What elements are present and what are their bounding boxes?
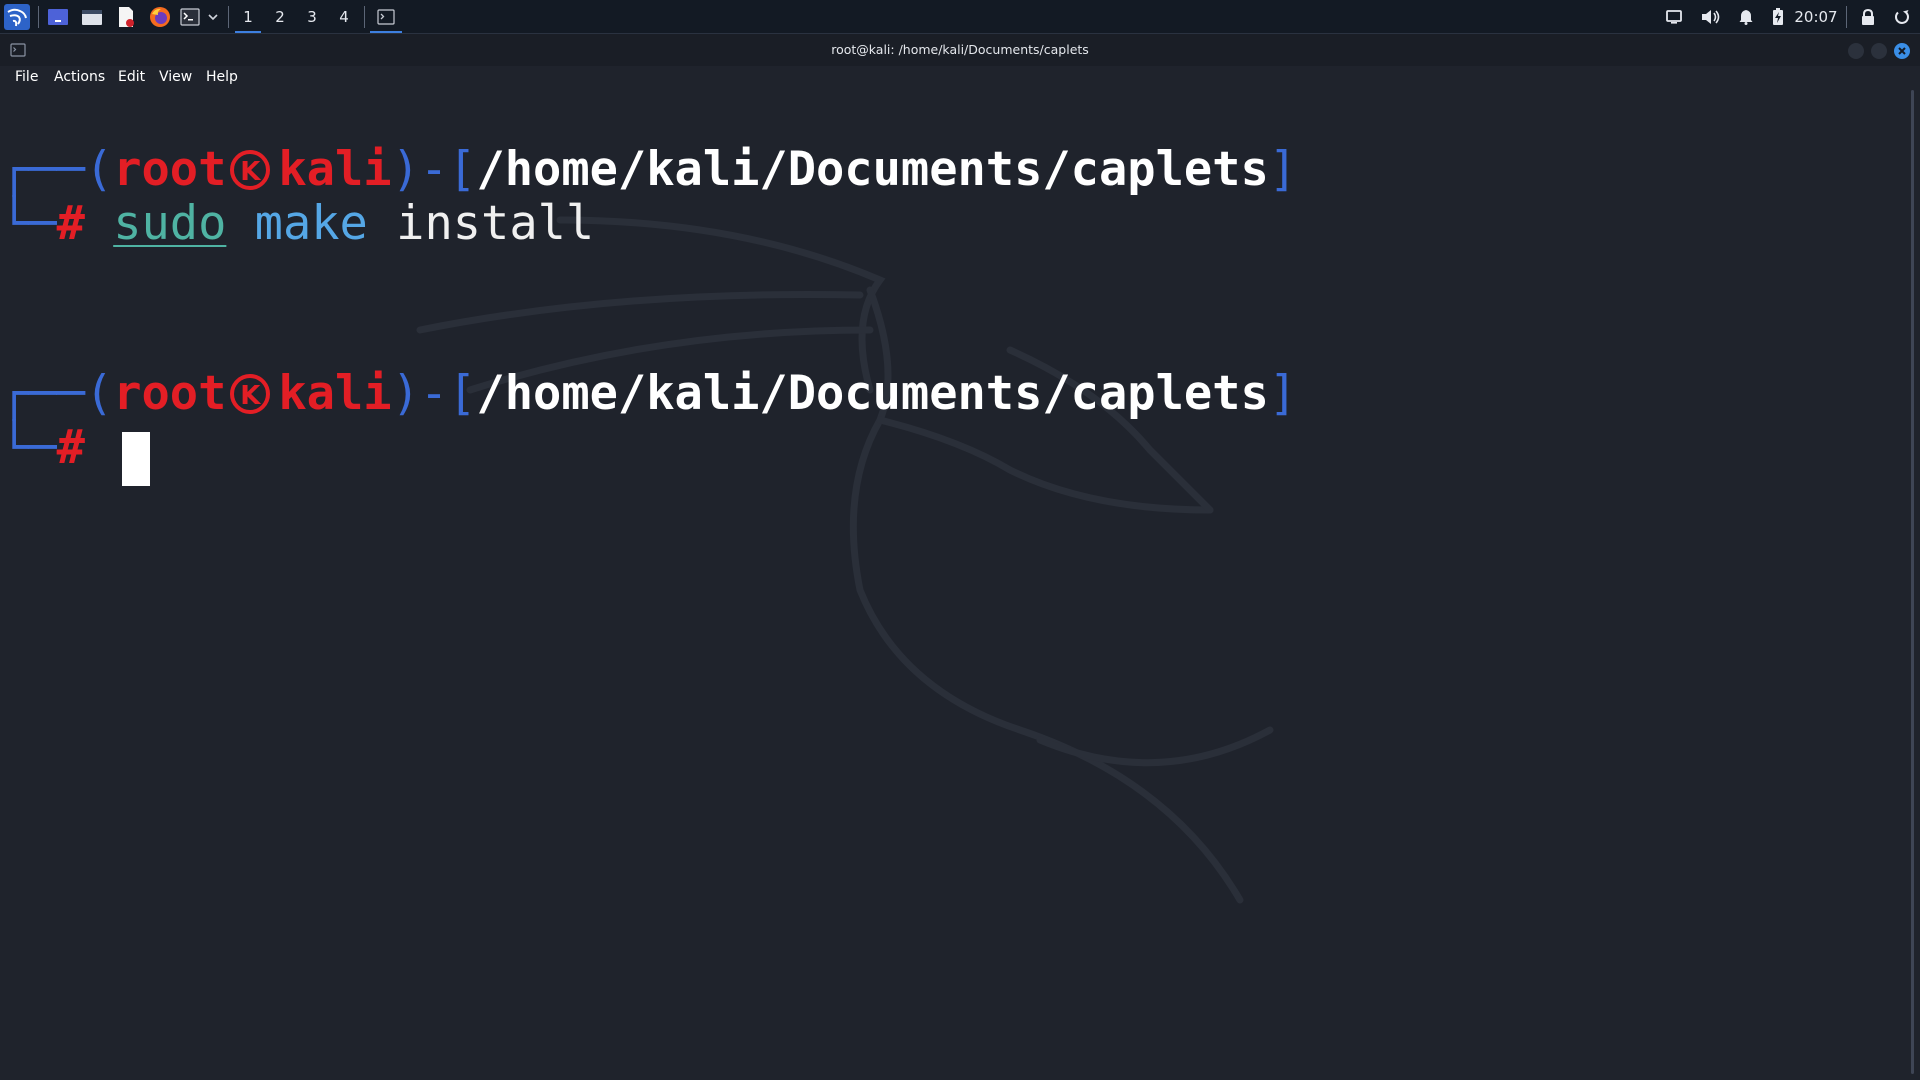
menu-edit[interactable]: Edit	[118, 69, 145, 85]
menu-help[interactable]: Help	[206, 69, 238, 85]
show-desktop-icon	[48, 9, 68, 25]
battery-charging-icon	[1773, 8, 1783, 25]
prompt-separator: )-[	[391, 366, 477, 421]
taskbar-terminal-window[interactable]	[369, 0, 403, 34]
prompt-cwd: /home/kali/Documents/caplets	[476, 366, 1269, 421]
window-title: root@kali: /home/kali/Documents/caplets	[831, 42, 1089, 57]
prompt-corner: └─	[0, 420, 57, 475]
scrollbar-thumb[interactable]	[1911, 90, 1914, 1074]
monitor-icon	[1666, 10, 1682, 24]
workspace-label: 2	[275, 8, 285, 26]
lock-screen-button[interactable]	[1856, 0, 1880, 34]
prompt-user: root	[113, 142, 227, 197]
maximize-button[interactable]	[1871, 43, 1887, 59]
bell-icon	[1739, 10, 1753, 25]
logout-button[interactable]	[1890, 0, 1914, 34]
command-line: └─#	[0, 421, 85, 475]
menu-file[interactable]: File	[15, 69, 38, 85]
text-editor-icon	[119, 7, 134, 27]
minimize-button[interactable]	[1848, 43, 1864, 59]
workspace-label: 1	[243, 8, 253, 26]
menu-bar: File Actions Edit View Help	[0, 66, 1920, 90]
battery-tray-button[interactable]	[1768, 0, 1788, 34]
prompt-box-open: ┌──(	[0, 142, 114, 197]
notifications-tray-button[interactable]	[1734, 0, 1758, 34]
display-tray-button[interactable]	[1662, 0, 1686, 34]
file-manager-button[interactable]	[78, 0, 106, 34]
command-make: make	[254, 196, 368, 251]
firefox-icon	[150, 7, 170, 27]
volume-icon	[1702, 10, 1720, 24]
terminal-launcher-button[interactable]	[178, 0, 202, 34]
show-desktop-button[interactable]	[44, 0, 72, 34]
prompt-host: kali	[278, 142, 392, 197]
workspace-3[interactable]: 3	[297, 0, 327, 34]
lock-icon	[1862, 9, 1874, 25]
prompt-line: ┌──(root kali)-[/home/kali/Documents/capl…	[0, 366, 1298, 423]
menu-view[interactable]: View	[159, 69, 192, 85]
prompt-box-close: ]	[1268, 366, 1298, 421]
prompt-user: root	[113, 366, 227, 421]
kali-menu-button[interactable]	[2, 0, 32, 34]
prompt-host: kali	[278, 366, 392, 421]
firefox-button[interactable]	[146, 0, 174, 34]
file-manager-icon	[82, 10, 102, 25]
prompt-line: ┌──(root kali)-[/home/kali/Documents/capl…	[0, 142, 1298, 199]
prompt-box-open: ┌──(	[0, 366, 114, 421]
terminal-area[interactable]: ┌──(rootkali)-[/home/kali/Documents/capl…	[0, 90, 1906, 1080]
prompt-box-close: ]	[1268, 142, 1298, 197]
chevron-down-icon	[208, 14, 218, 21]
workspace-label: 3	[307, 8, 317, 26]
close-button[interactable]	[1894, 43, 1910, 59]
prompt-hash: #	[56, 196, 85, 251]
launcher-dropdown-button[interactable]	[204, 0, 222, 34]
terminal-icon	[180, 8, 200, 26]
command-sudo: sudo	[113, 196, 227, 251]
workspace-1[interactable]: 1	[233, 0, 263, 34]
terminal-icon	[377, 9, 395, 25]
kali-skull-icon	[230, 145, 271, 199]
volume-tray-button[interactable]	[1698, 0, 1724, 34]
workspace-label: 4	[339, 8, 349, 26]
clock-label: 20:07	[1794, 8, 1838, 26]
prompt-corner: └─	[0, 196, 57, 251]
menu-actions[interactable]: Actions	[54, 69, 105, 85]
terminal-scrollbar[interactable]	[1906, 90, 1920, 1080]
command-line: └─# sudo make install	[0, 197, 594, 251]
workspace-2[interactable]: 2	[265, 0, 295, 34]
prompt-separator: )-[	[391, 142, 477, 197]
kali-skull-icon	[230, 369, 271, 423]
workspace-4[interactable]: 4	[329, 0, 359, 34]
kali-menu-icon	[4, 4, 30, 30]
text-editor-button[interactable]	[112, 0, 140, 34]
top-panel: 1 2 3 4 20:07	[0, 0, 1920, 34]
power-icon	[1895, 10, 1909, 24]
close-icon	[1898, 47, 1906, 55]
clock[interactable]: 20:07	[1792, 0, 1840, 34]
prompt-hash: #	[56, 420, 85, 475]
text-cursor	[122, 432, 150, 486]
command-argument: install	[396, 196, 595, 251]
prompt-cwd: /home/kali/Documents/caplets	[476, 142, 1269, 197]
window-titlebar[interactable]: root@kali: /home/kali/Documents/caplets	[0, 34, 1920, 66]
